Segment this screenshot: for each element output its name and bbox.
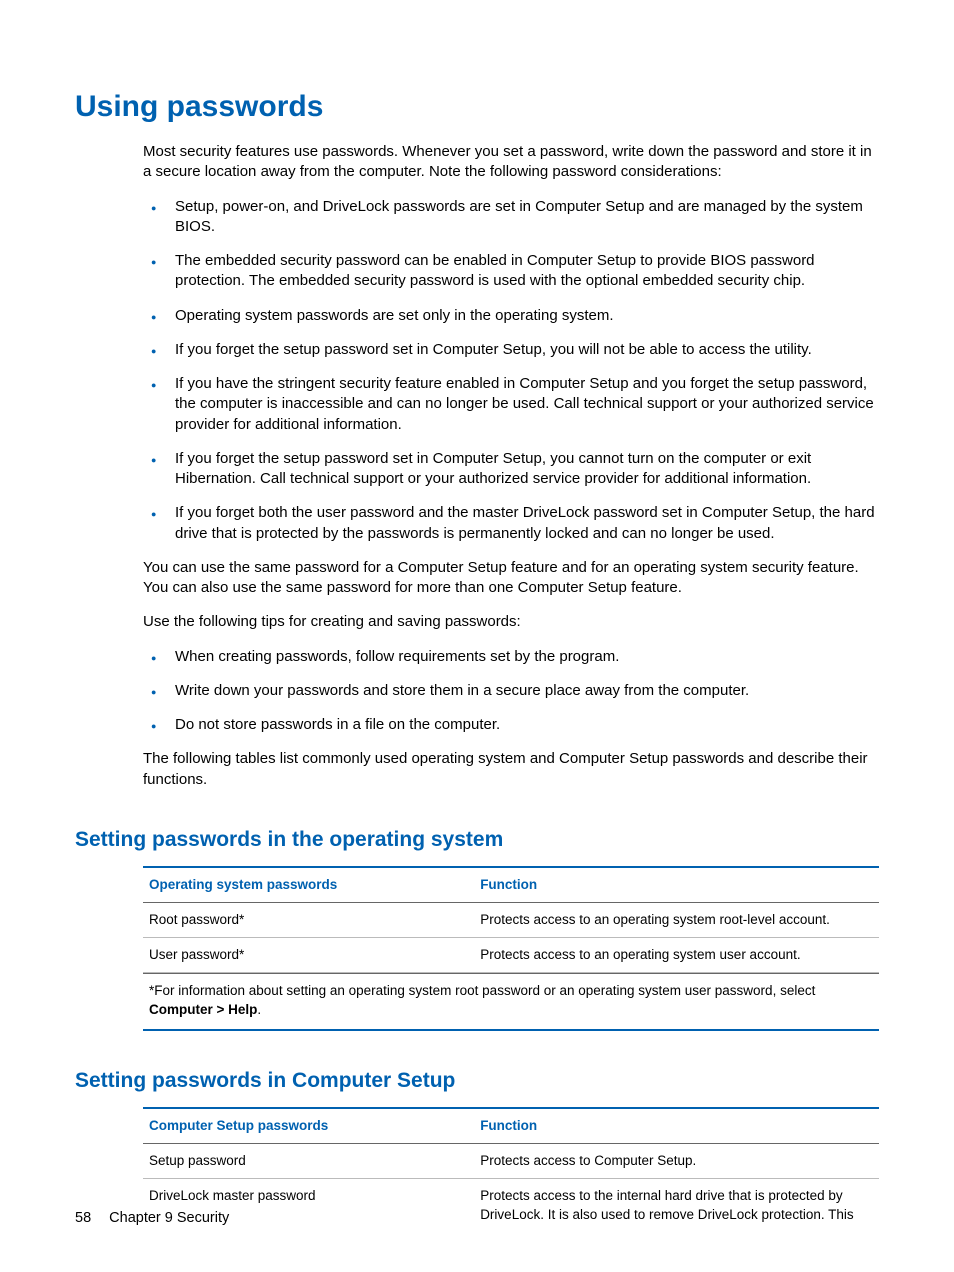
- table-row: User password* Protects access to an ope…: [143, 938, 879, 973]
- page-footer: 58 Chapter 9 Security: [75, 1210, 229, 1226]
- intro-paragraph: Most security features use passwords. Wh…: [143, 142, 879, 183]
- list-item: Write down your passwords and store them…: [143, 681, 879, 701]
- table-row: Root password* Protects access to an ope…: [143, 902, 879, 937]
- footnote-text: .: [257, 1002, 261, 1017]
- heading-1: Using passwords: [75, 90, 879, 124]
- footnote-text: *For information about setting an operat…: [149, 983, 815, 998]
- list-item: When creating passwords, follow requirem…: [143, 647, 879, 667]
- footnote-bold: Computer > Help: [149, 1002, 257, 1017]
- table-2-wrap: Computer Setup passwords Function Setup …: [143, 1107, 879, 1232]
- paragraph: Use the following tips for creating and …: [143, 612, 879, 632]
- list-item: If you have the stringent security featu…: [143, 374, 879, 435]
- table-footnote: *For information about setting an operat…: [143, 973, 879, 1030]
- list-item: The embedded security password can be en…: [143, 251, 879, 292]
- table-header: Computer Setup passwords: [143, 1108, 474, 1144]
- table-1-wrap: Operating system passwords Function Root…: [143, 866, 879, 1031]
- list-item: Do not store passwords in a file on the …: [143, 715, 879, 735]
- list-item: If you forget the setup password set in …: [143, 340, 879, 360]
- table-cell: Protects access to Computer Setup.: [474, 1144, 879, 1179]
- paragraph: You can use the same password for a Comp…: [143, 558, 879, 599]
- paragraph: The following tables list commonly used …: [143, 749, 879, 790]
- heading-2-os: Setting passwords in the operating syste…: [75, 828, 879, 852]
- list-item: Operating system passwords are set only …: [143, 306, 879, 326]
- table-row: Setup password Protects access to Comput…: [143, 1144, 879, 1179]
- page-number: 58: [75, 1210, 91, 1226]
- cs-passwords-table: Computer Setup passwords Function Setup …: [143, 1107, 879, 1232]
- table-header: Function: [474, 1108, 879, 1144]
- document-page: Using passwords Most security features u…: [0, 0, 954, 1272]
- body-content: Most security features use passwords. Wh…: [143, 142, 879, 790]
- tips-list: When creating passwords, follow requirem…: [143, 647, 879, 736]
- table-cell: Setup password: [143, 1144, 474, 1179]
- table-cell: Protects access to the internal hard dri…: [474, 1179, 879, 1232]
- table-row: DriveLock master password Protects acces…: [143, 1179, 879, 1232]
- chapter-label: Chapter 9 Security: [109, 1210, 229, 1226]
- list-item: If you forget the setup password set in …: [143, 449, 879, 490]
- table-cell: Protects access to an operating system r…: [474, 902, 879, 937]
- list-item: Setup, power-on, and DriveLock passwords…: [143, 197, 879, 238]
- os-passwords-table: Operating system passwords Function Root…: [143, 866, 879, 974]
- table-cell: Protects access to an operating system u…: [474, 938, 879, 973]
- list-item: If you forget both the user password and…: [143, 503, 879, 544]
- table-cell: User password*: [143, 938, 474, 973]
- table-header: Operating system passwords: [143, 867, 474, 903]
- table-header: Function: [474, 867, 879, 903]
- consideration-list: Setup, power-on, and DriveLock passwords…: [143, 197, 879, 544]
- table-cell: Root password*: [143, 902, 474, 937]
- heading-2-cs: Setting passwords in Computer Setup: [75, 1069, 879, 1093]
